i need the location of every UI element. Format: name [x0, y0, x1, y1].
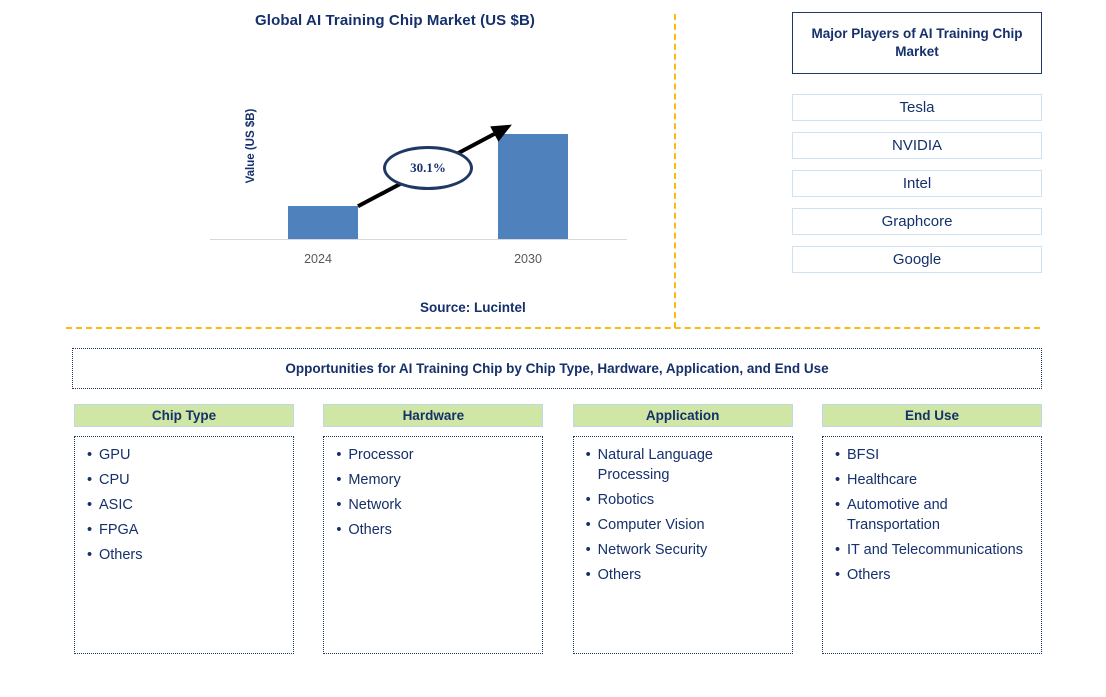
chart-plot-area: 30.1% [210, 118, 627, 240]
list-item: Memory [336, 470, 532, 490]
player-item-google[interactable]: Google [792, 246, 1042, 273]
list-item: CPU [87, 470, 283, 490]
column-end-use: End Use BFSI Healthcare Automotive and T… [821, 404, 1042, 654]
list-item: GPU [87, 445, 283, 465]
vertical-divider [674, 14, 676, 328]
list-item: Processor [336, 445, 532, 465]
list-item: ASIC [87, 495, 283, 515]
bar-2024 [288, 206, 358, 239]
source-note: Source: Lucintel [420, 300, 526, 315]
column-header-application: Application [572, 404, 793, 427]
column-body-chip-type: GPU CPU ASIC FPGA Others [74, 436, 294, 654]
infographic-page: Global AI Training Chip Market (US $B) V… [0, 0, 1106, 697]
list-item: Network [336, 495, 532, 515]
x-tick-2024: 2024 [304, 252, 332, 266]
list-item: Others [835, 565, 1031, 585]
chart-title: Global AI Training Chip Market (US $B) [255, 12, 535, 29]
list-item: BFSI [835, 445, 1031, 465]
list-item: FPGA [87, 520, 283, 540]
opportunities-banner: Opportunities for AI Training Chip by Ch… [72, 348, 1042, 389]
bar-2030 [498, 134, 568, 239]
list-item: IT and Telecommunications [835, 540, 1031, 560]
column-header-hardware: Hardware [323, 404, 544, 427]
column-body-hardware: Processor Memory Network Others [323, 436, 544, 654]
list-item: Others [87, 545, 283, 565]
list-item: Network Security [586, 540, 782, 560]
list-item: Robotics [586, 490, 782, 510]
list-item: Automotive and Transportation [835, 495, 1031, 535]
major-players-panel: Major Players of AI Training Chip Market… [792, 12, 1042, 273]
list-item: Natural Language Processing [586, 445, 782, 485]
player-item-tesla[interactable]: Tesla [792, 94, 1042, 121]
column-header-end-use: End Use [821, 404, 1042, 427]
player-item-intel[interactable]: Intel [792, 170, 1042, 197]
column-body-application: Natural Language Processing Robotics Com… [572, 436, 793, 654]
player-item-graphcore[interactable]: Graphcore [792, 208, 1042, 235]
column-body-end-use: BFSI Healthcare Automotive and Transport… [821, 436, 1042, 654]
bar-chart: Value (US $B) 30.1% 2024 2030 [205, 109, 645, 268]
list-item: Others [336, 520, 532, 540]
horizontal-divider [66, 327, 1040, 329]
list-item: Computer Vision [586, 515, 782, 535]
cagr-callout: 30.1% [383, 146, 473, 190]
column-header-chip-type: Chip Type [74, 404, 294, 427]
x-tick-2030: 2030 [514, 252, 542, 266]
list-item: Others [586, 565, 782, 585]
column-application: Application Natural Language Processing … [572, 404, 793, 654]
column-hardware: Hardware Processor Memory Network Others [323, 404, 544, 654]
major-players-header: Major Players of AI Training Chip Market [792, 12, 1042, 74]
column-chip-type: Chip Type GPU CPU ASIC FPGA Others [74, 404, 294, 654]
player-item-nvidia[interactable]: NVIDIA [792, 132, 1042, 159]
opportunity-columns: Chip Type GPU CPU ASIC FPGA Others Hardw… [74, 404, 1042, 654]
list-item: Healthcare [835, 470, 1031, 490]
